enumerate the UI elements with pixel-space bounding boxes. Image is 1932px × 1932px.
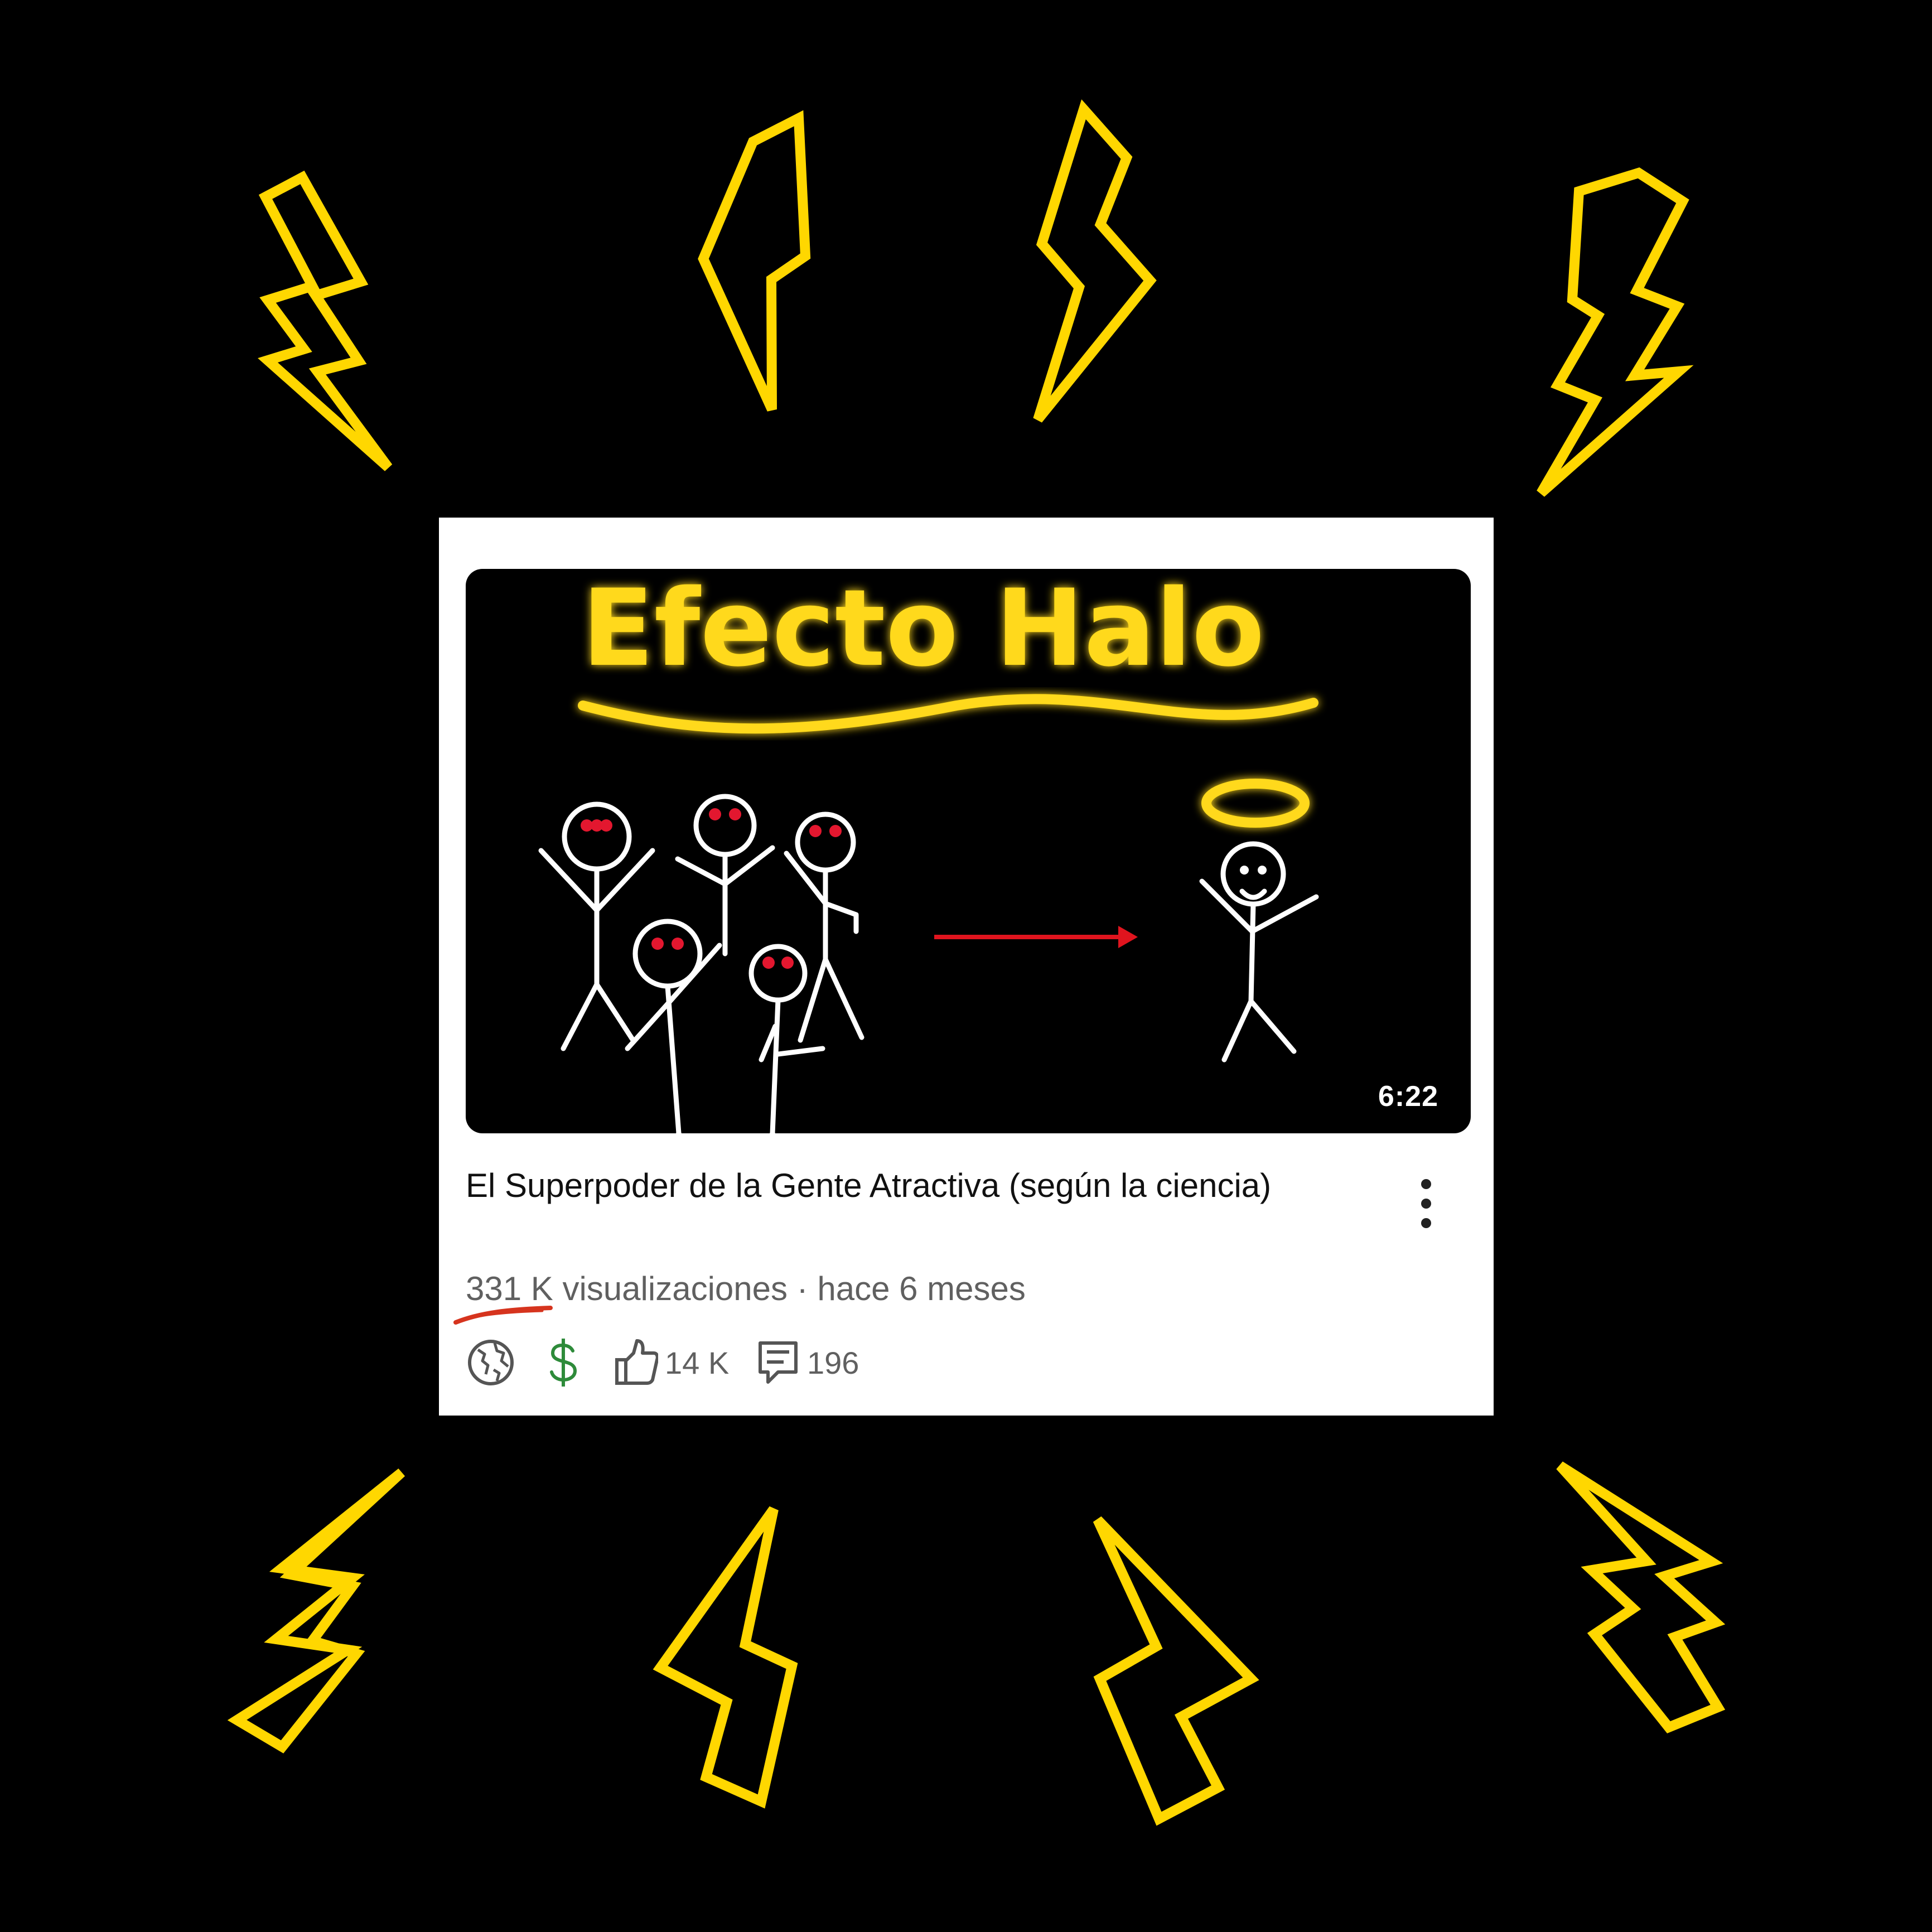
- smiley-eyes: [1240, 866, 1267, 875]
- lightning-bolt-icon: [1556, 1461, 1726, 1733]
- neon-underline: [578, 694, 1318, 734]
- haloed-stick-figure: [1199, 841, 1319, 1062]
- lightning-bolt-icon: [698, 110, 811, 412]
- likes-count: 14 K: [665, 1345, 730, 1380]
- views-label: visualizaciones: [553, 1270, 788, 1307]
- thumbs-up-icon: [615, 1339, 658, 1385]
- upload-age: hace 6 meses: [817, 1270, 1026, 1307]
- visibility-status[interactable]: [466, 1332, 516, 1393]
- monetization-status[interactable]: [544, 1332, 583, 1393]
- lightning-bolt-icon: [1537, 167, 1694, 497]
- stick-figure-crowd: [538, 794, 864, 1133]
- lightning-bolt-icon: [1033, 99, 1157, 423]
- thumbnail-illustration: Efecto Halo: [538, 569, 1319, 1133]
- video-list-item[interactable]: Efecto Halo 6:22 El Superpoder de la Gen…: [439, 518, 1494, 1416]
- comment-icon: [759, 1341, 798, 1384]
- more-vert-icon[interactable]: [1415, 1176, 1437, 1231]
- video-thumbnail[interactable]: Efecto Halo 6:22: [466, 569, 1471, 1133]
- lightning-bolt-icon: [1093, 1516, 1259, 1826]
- lightning-bolt-icon: [653, 1506, 798, 1809]
- comments-count: 196: [807, 1345, 859, 1380]
- halo: [1201, 779, 1310, 828]
- hand-drawn-underline: [453, 1306, 553, 1325]
- globe-icon: [468, 1340, 514, 1385]
- comments-stat[interactable]: 196: [756, 1332, 859, 1393]
- video-title[interactable]: El Superpoder de la Gente Atractiva (seg…: [466, 1165, 1302, 1207]
- lightning-bolt-icon: [258, 170, 393, 471]
- thumbnail-title: Efecto Halo: [582, 569, 1264, 690]
- likes-stat[interactable]: 14 K: [614, 1332, 729, 1393]
- duration-badge: 6:22: [1378, 1080, 1438, 1113]
- lightning-bolt-icon: [227, 1468, 405, 1754]
- red-arrow: [934, 926, 1138, 948]
- meta-separator: ·: [788, 1270, 818, 1307]
- dollar-icon: [550, 1339, 577, 1387]
